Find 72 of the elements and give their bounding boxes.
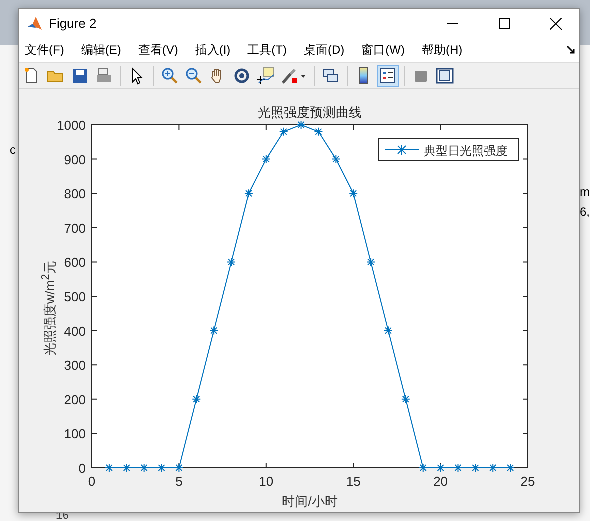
data-marker [366, 258, 376, 267]
window-frame-icon [436, 66, 454, 84]
data-marker [210, 326, 219, 336]
data-marker [174, 464, 184, 472]
data-marker [192, 394, 202, 404]
close-icon [550, 18, 562, 30]
data-marker [296, 120, 306, 130]
data-marker [488, 464, 498, 472]
maximize-icon [498, 18, 510, 29]
y-tick-label: 800 [64, 186, 86, 202]
text-fragment: c [10, 143, 16, 157]
data-marker [262, 154, 271, 164]
y-tick-label: 300 [64, 358, 86, 374]
legend-line-icon [384, 144, 420, 156]
menu-item[interactable]: 窗口(W) [362, 42, 405, 58]
y-tick-label: 0 [78, 461, 86, 476]
data-marker [418, 464, 428, 472]
toolbar-button[interactable] [377, 64, 399, 86]
menu-item[interactable]: 帮助(H) [422, 42, 463, 58]
window-title: Figure 2 [49, 16, 98, 31]
x-tick-label: 0 [88, 474, 96, 489]
data-marker [401, 394, 410, 404]
menu-item[interactable]: 编辑(E) [81, 42, 122, 58]
data-marker [454, 464, 463, 472]
text-fragment: m [580, 185, 590, 199]
x-tick-label: 20 [434, 474, 448, 489]
x-tick-label: 5 [176, 474, 183, 489]
x-axis-label: 时间/小时 [282, 494, 338, 509]
data-marker [122, 464, 132, 472]
menu-item[interactable]: 插入(I) [195, 42, 231, 58]
menu-item[interactable]: 工具(T) [248, 42, 287, 58]
x-tick-label: 25 [520, 474, 536, 489]
data-marker [349, 189, 358, 198]
data-marker [279, 127, 288, 136]
data-marker [506, 464, 516, 472]
linked-windows-icon [322, 66, 340, 84]
brush-icon [280, 66, 308, 84]
zoom-in-icon [161, 66, 179, 84]
data-marker [332, 154, 341, 164]
data-marker [227, 258, 236, 267]
dock-arrow-icon[interactable] [567, 46, 575, 54]
printer-icon [95, 66, 113, 84]
menu-item[interactable]: 文件(F) [25, 42, 64, 58]
data-marker [157, 464, 166, 472]
x-tick-label: 15 [346, 474, 361, 489]
legend-icon [379, 66, 397, 84]
y-tick-label: 100 [64, 426, 86, 442]
y-tick-label: 600 [64, 255, 86, 270]
data-marker [140, 464, 149, 472]
chart-title: 光照强度预测曲线 [258, 105, 362, 120]
menu-item[interactable]: 查看(V) [138, 42, 178, 58]
zoom-out-icon [185, 66, 203, 84]
y-tick-label: 400 [64, 324, 86, 339]
data-tip-icon [257, 66, 275, 84]
y-tick-label: 1000 [57, 118, 86, 133]
y-tick-label: 200 [64, 392, 86, 408]
x-tick-label: 10 [259, 474, 274, 489]
data-marker [244, 189, 254, 198]
y-tick-label: 900 [64, 152, 86, 168]
y-tick-label: 700 [64, 220, 86, 236]
y-tick-label: 500 [64, 290, 86, 304]
data-marker [104, 464, 114, 472]
legend-label: 典型日光照强度 [424, 144, 508, 158]
text-fragment: 6, [580, 205, 590, 219]
app-icon [27, 16, 43, 32]
menu-item[interactable]: 桌面(D) [304, 42, 345, 58]
data-marker [384, 326, 393, 336]
data-marker [471, 464, 480, 472]
data-marker [436, 464, 446, 472]
data-marker [314, 127, 324, 136]
toolbar-button[interactable] [255, 64, 277, 86]
rotate-icon [233, 66, 251, 84]
